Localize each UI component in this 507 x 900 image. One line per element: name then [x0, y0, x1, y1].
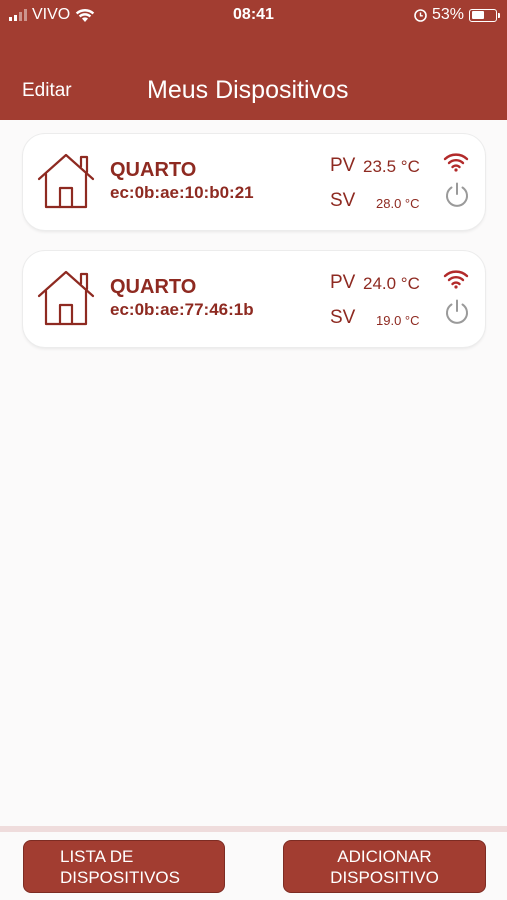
device-name: QUARTO	[110, 276, 197, 298]
add-device-button[interactable]: ADICIONAR DISPOSITIVO	[283, 840, 486, 893]
pv-label: PV	[330, 155, 356, 176]
pv-value: 24.0 °C	[363, 274, 420, 293]
sv-value: 19.0 °C	[376, 313, 420, 328]
page-title: Meus Dispositivos	[147, 76, 349, 104]
pv-value: 23.5 °C	[363, 157, 420, 176]
device-list-button[interactable]: LISTA DE DISPOSITIVOS	[23, 840, 225, 893]
app-header: VIVO 08:41 53% Editar Meus Dispositivos	[0, 0, 507, 120]
sv-label: SV	[330, 307, 356, 328]
device-name: QUARTO	[110, 159, 197, 181]
power-icon[interactable]	[443, 298, 471, 326]
sv-label: SV	[330, 190, 356, 211]
battery-icon	[469, 8, 500, 22]
wifi-icon	[443, 153, 469, 172]
battery-percent: 53%	[431, 6, 464, 23]
alarm-icon	[414, 8, 427, 22]
power-icon[interactable]	[443, 181, 471, 209]
status-right: 53%	[414, 6, 500, 24]
status-bar: VIVO 08:41 53%	[0, 0, 507, 32]
device-mac: ec:0b:ae:10:b0:21	[110, 183, 254, 202]
add-device-button-label: ADICIONAR DISPOSITIVO	[330, 846, 439, 888]
sv-value: 28.0 °C	[376, 196, 420, 211]
house-icon	[37, 270, 95, 326]
pv-label: PV	[330, 272, 356, 293]
device-mac: ec:0b:ae:77:46:1b	[110, 300, 254, 319]
device-list-button-label: LISTA DE DISPOSITIVOS	[60, 846, 180, 888]
device-card[interactable]: QUARTO ec:0b:ae:77:46:1b PV 24.0 °C SV 1…	[23, 251, 485, 347]
device-list-button-line1: LISTA DE	[60, 846, 134, 866]
add-device-button-line2: DISPOSITIVO	[330, 867, 439, 887]
house-icon	[37, 153, 95, 209]
device-list-button-line2: DISPOSITIVOS	[60, 867, 180, 887]
edit-button[interactable]: Editar	[22, 80, 72, 102]
device-card[interactable]: QUARTO ec:0b:ae:10:b0:21 PV 23.5 °C SV 2…	[23, 134, 485, 230]
add-device-button-line1: ADICIONAR	[337, 846, 432, 866]
wifi-icon	[443, 270, 469, 289]
